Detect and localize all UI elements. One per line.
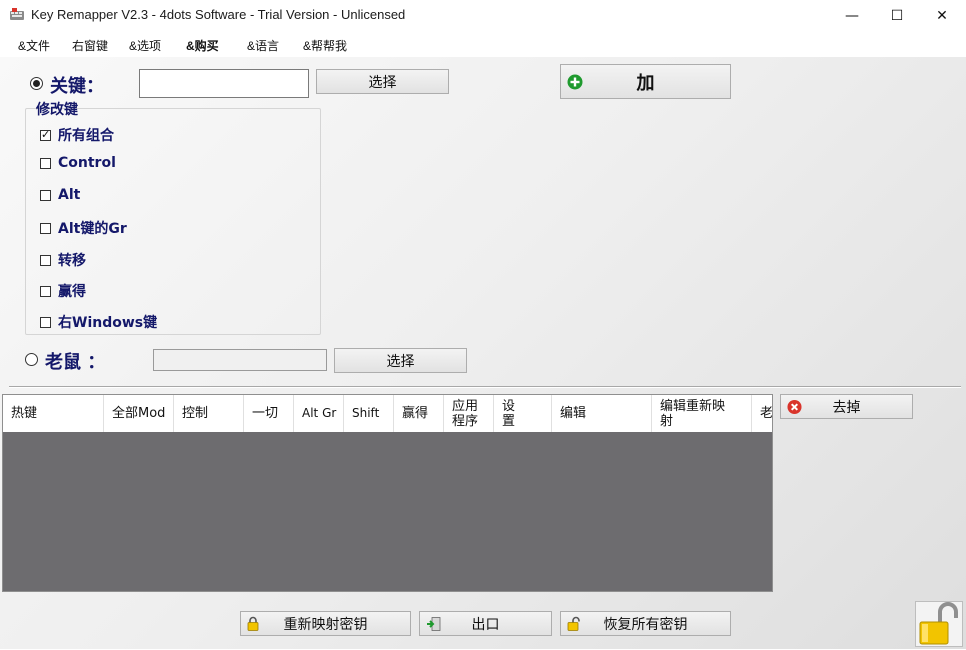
exit-label: 出口 — [471, 616, 500, 633]
modifiers-title: 修改键 — [36, 102, 78, 118]
mouse-radio[interactable] — [25, 353, 38, 366]
mouse-select-button[interactable]: 选择 — [334, 348, 467, 373]
menu-help[interactable]: &帮帮我 — [303, 37, 347, 54]
modifier-shift-checkbox[interactable] — [40, 254, 51, 266]
unlocked-padlock-icon[interactable] — [915, 601, 963, 647]
menu-options[interactable]: &选项 — [129, 37, 161, 54]
col-all[interactable]: 一切 — [244, 395, 294, 432]
app-icon — [10, 8, 24, 20]
modifier-shift[interactable]: 转移 — [40, 250, 86, 270]
remap-keys-button[interactable]: 重新映射密钥 — [240, 611, 411, 636]
exit-button[interactable]: 出口 — [419, 611, 552, 636]
key-radio[interactable] — [30, 77, 43, 90]
key-select-button[interactable]: 选择 — [316, 69, 449, 94]
modifier-alt-checkbox[interactable] — [40, 189, 51, 201]
modifier-right-windows-checkbox[interactable] — [40, 316, 51, 328]
modifier-alt-label: Alt — [58, 187, 81, 203]
add-label: 加 — [636, 72, 655, 94]
col-edit-remap[interactable]: 编辑重新映 射 — [652, 395, 752, 432]
remap-keys-label: 重新映射密钥 — [283, 616, 368, 633]
col-hotkey[interactable]: 热键 — [3, 395, 104, 432]
modifier-win-checkbox[interactable] — [40, 285, 51, 297]
add-button[interactable]: 加 — [560, 64, 731, 99]
modifier-all-combinations[interactable]: 所有组合 — [40, 125, 114, 145]
lock-closed-icon — [247, 616, 259, 631]
modifier-alt[interactable]: Alt — [40, 187, 80, 203]
maximize-button[interactable]: ☐ — [874, 0, 920, 31]
restore-keys-label: 恢复所有密钥 — [603, 616, 688, 633]
modifier-shift-label: 转移 — [58, 253, 86, 269]
menu-buy[interactable]: &购买 — [186, 37, 219, 54]
minimize-button[interactable]: — — [829, 0, 875, 31]
modifier-alt-gr-checkbox[interactable] — [40, 222, 51, 234]
window-title: Key Remapper V2.3 - 4dots Software - Tri… — [31, 7, 406, 22]
exit-door-icon — [427, 616, 441, 631]
modifier-right-windows-label: 右Windows键 — [58, 315, 158, 331]
add-icon — [567, 74, 583, 89]
menu-right-window-key[interactable]: 右窗键 — [72, 37, 108, 54]
modifier-control-label: Control — [58, 155, 116, 171]
lock-open-icon — [567, 616, 580, 631]
close-icon: ✕ — [936, 7, 948, 24]
modifier-win[interactable]: 赢得 — [40, 281, 86, 301]
col-application[interactable]: 应用 程序 — [444, 395, 494, 432]
menu-language[interactable]: &语言 — [247, 37, 279, 54]
mouse-select-label: 选择 — [386, 353, 415, 370]
key-select-label: 选择 — [368, 74, 397, 91]
col-win[interactable]: 赢得 — [394, 395, 444, 432]
mouse-label: 老鼠 ： — [45, 352, 106, 373]
col-control[interactable]: 控制 — [174, 395, 244, 432]
close-button[interactable]: ✕ — [919, 0, 965, 31]
modifier-right-windows[interactable]: 右Windows键 — [40, 312, 157, 332]
col-edit[interactable]: 编辑 — [552, 395, 652, 432]
minimize-icon: — — [845, 7, 859, 24]
modifier-alt-gr[interactable]: Alt键的Gr — [40, 218, 127, 238]
col-settings[interactable]: 设 置 — [494, 395, 552, 432]
key-label: 关键： — [50, 76, 104, 97]
maximize-icon: ☐ — [890, 7, 904, 24]
modifier-alt-gr-label: Alt键的Gr — [58, 221, 127, 237]
menu-file[interactable]: &文件 — [18, 37, 50, 54]
menu-bar: &文件 右窗键 &选项 &购买 &语言 &帮帮我 — [0, 31, 966, 57]
modifier-win-label: 赢得 — [58, 284, 86, 300]
padlock-graphic — [919, 602, 958, 645]
modifier-all-checkbox[interactable] — [40, 128, 51, 141]
remove-icon — [787, 399, 802, 414]
title-bar: Key Remapper V2.3 - 4dots Software - Tri… — [0, 0, 966, 31]
restore-keys-button[interactable]: 恢复所有密钥 — [560, 611, 731, 636]
key-input[interactable] — [139, 69, 309, 98]
remove-button[interactable]: 去掉 — [780, 394, 913, 419]
mappings-grid[interactable]: 热键 全部Mod 控制 一切 Alt Gr Shift 赢得 应用 程序 设 置… — [2, 394, 773, 592]
modifier-control[interactable]: Control — [40, 155, 116, 171]
grid-header: 热键 全部Mod 控制 一切 Alt Gr Shift 赢得 应用 程序 设 置… — [3, 395, 772, 432]
col-all-mod[interactable]: 全部Mod — [104, 395, 174, 432]
col-shift[interactable]: Shift — [344, 395, 394, 432]
modifier-control-checkbox[interactable] — [40, 157, 51, 169]
col-alt-gr[interactable]: Alt Gr — [294, 395, 344, 432]
separator — [9, 386, 961, 388]
mouse-input[interactable] — [153, 349, 327, 371]
remove-label: 去掉 — [832, 399, 861, 416]
modifier-all-label: 所有组合 — [58, 128, 114, 144]
col-mouse[interactable]: 老 — [752, 395, 772, 432]
